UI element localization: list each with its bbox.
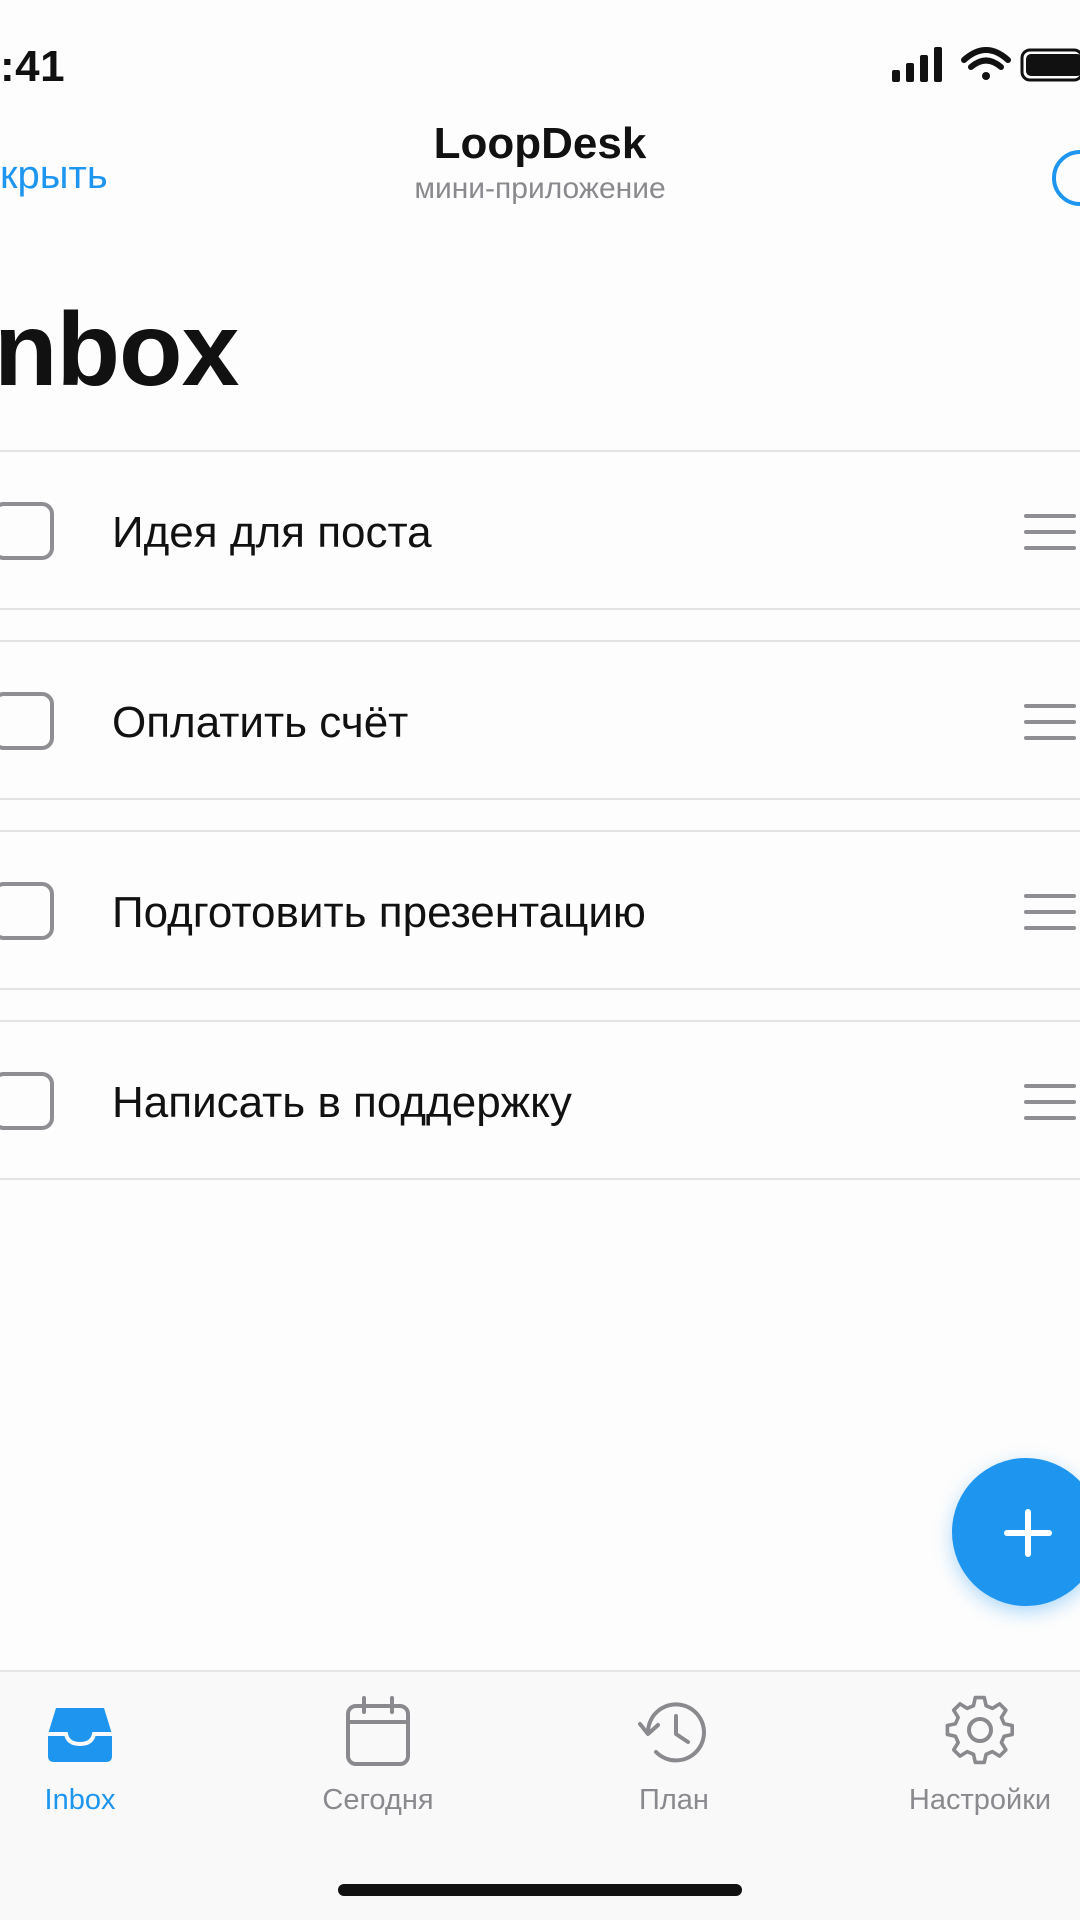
tab-today[interactable]: Сегодня xyxy=(268,1694,488,1817)
task-label: Подготовить презентацию xyxy=(112,888,646,937)
home-indicator[interactable] xyxy=(338,1884,742,1896)
signal-icon xyxy=(892,47,942,82)
drag-handle-icon[interactable] xyxy=(1024,514,1076,550)
task-checkbox[interactable] xyxy=(0,882,54,940)
battery-icon xyxy=(1020,48,1080,82)
app-title: LoopDesk xyxy=(433,119,647,168)
close-button[interactable]: крыть xyxy=(0,153,108,198)
inbox-icon xyxy=(48,1708,112,1762)
wifi-icon xyxy=(961,47,1011,80)
status-time: :41 xyxy=(0,42,66,91)
tab-settings[interactable]: Настройки xyxy=(870,1694,1080,1817)
task-row[interactable]: Идея для поста xyxy=(0,450,1080,610)
task-row[interactable]: Оплатить счёт xyxy=(0,640,1080,800)
app-subtitle: мини-приложение xyxy=(414,172,666,205)
task-label: Написать в поддержку xyxy=(112,1078,572,1127)
tab-label: Сегодня xyxy=(322,1784,434,1816)
task-checkbox[interactable] xyxy=(0,502,54,560)
task-label: Идея для поста xyxy=(112,508,432,557)
page-title: nbox xyxy=(0,292,239,408)
task-row[interactable]: Подготовить презентацию xyxy=(0,830,1080,990)
gear-icon xyxy=(945,1695,1015,1765)
drag-handle-icon[interactable] xyxy=(1024,1084,1076,1120)
task-checkbox[interactable] xyxy=(0,1072,54,1130)
task-row[interactable]: Написать в поддержку xyxy=(0,1020,1080,1180)
tab-inbox[interactable]: Inbox xyxy=(0,1694,190,1817)
drag-handle-icon[interactable] xyxy=(1024,894,1076,930)
task-checkbox[interactable] xyxy=(0,692,54,750)
tab-label: Настройки xyxy=(908,1784,1052,1816)
task-label: Оплатить счёт xyxy=(112,698,409,747)
tab-bar: Inbox Сегодня План Настройки xyxy=(0,1670,1080,1920)
nav-title-block: LoopDesk мини-приложение xyxy=(240,118,840,208)
status-icons xyxy=(880,44,1080,84)
app-screen: :41 крыть LoopDesk мини-приложение nbox … xyxy=(0,0,1080,1920)
tab-plan[interactable]: План xyxy=(564,1694,784,1817)
tab-label: Inbox xyxy=(44,1784,116,1816)
calendar-icon xyxy=(346,1696,410,1766)
history-icon xyxy=(638,1702,706,1763)
add-task-button[interactable] xyxy=(952,1458,1080,1606)
more-icon[interactable] xyxy=(1052,150,1080,206)
drag-handle-icon[interactable] xyxy=(1024,704,1076,740)
tab-label: План xyxy=(639,1784,709,1816)
